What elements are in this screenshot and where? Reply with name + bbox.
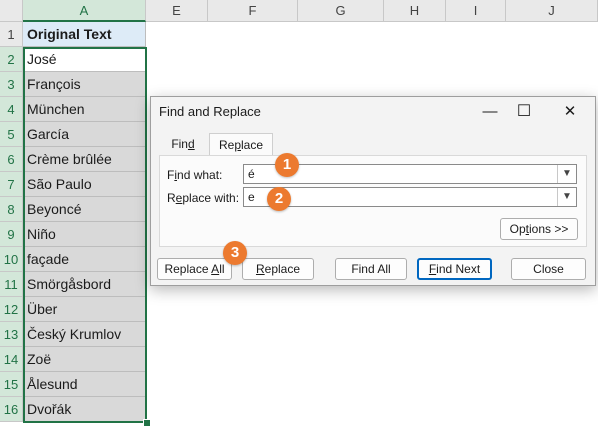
- options-label-rest: ions >>: [528, 222, 569, 236]
- find-what-text-rest: nd what:: [177, 168, 223, 182]
- find-replace-dialog: Find and Replace — ☐ ✕ Find Replace Find…: [150, 96, 596, 286]
- callout-badge-2: 2: [267, 187, 291, 211]
- data-cell[interactable]: Crème brûlée: [23, 147, 146, 172]
- close-icon[interactable]: ✕: [555, 99, 585, 125]
- row-header[interactable]: 7: [0, 172, 23, 197]
- find-what-label: Find what:: [167, 168, 222, 182]
- data-cell[interactable]: Niño: [23, 222, 146, 247]
- data-cell[interactable]: François: [23, 72, 146, 97]
- tab-find-label: Fin: [171, 137, 188, 151]
- data-cell[interactable]: façade: [23, 247, 146, 272]
- tab-replace[interactable]: Replace: [209, 133, 273, 155]
- replace-with-input[interactable]: e ▼: [243, 187, 577, 207]
- column-header-g[interactable]: G: [298, 0, 384, 22]
- row-header[interactable]: 12: [0, 297, 23, 322]
- data-cell[interactable]: Český Krumlov: [23, 322, 146, 347]
- replace-all-label: Replace: [164, 262, 212, 276]
- column-header-e[interactable]: E: [146, 0, 208, 22]
- data-cell[interactable]: Beyoncé: [23, 197, 146, 222]
- find-next-label: ind Next: [436, 262, 481, 276]
- row-header[interactable]: 1: [0, 22, 23, 47]
- row-header[interactable]: 10: [0, 247, 23, 272]
- options-button[interactable]: Options >>: [500, 218, 578, 240]
- data-cell[interactable]: Smörgåsbord: [23, 272, 146, 297]
- find-next-button[interactable]: Find Next: [417, 258, 492, 280]
- row-header[interactable]: 13: [0, 322, 23, 347]
- data-cell[interactable]: García: [23, 122, 146, 147]
- maximize-icon[interactable]: ☐: [509, 99, 539, 125]
- replace-all-mnemonic: A: [211, 262, 220, 276]
- select-all-corner[interactable]: [0, 0, 23, 22]
- column-title-cell[interactable]: Original Text: [23, 22, 146, 47]
- row-header[interactable]: 5: [0, 122, 23, 147]
- data-cell[interactable]: Ålesund: [23, 372, 146, 397]
- row-header[interactable]: 14: [0, 347, 23, 372]
- column-header-h[interactable]: H: [384, 0, 446, 22]
- row-header[interactable]: 11: [0, 272, 23, 297]
- data-cell[interactable]: São Paulo: [23, 172, 146, 197]
- tab-find[interactable]: Find: [159, 133, 207, 155]
- column-header-a[interactable]: A: [23, 0, 146, 22]
- tab-replace-label-rest: lace: [241, 138, 264, 152]
- column-header-f[interactable]: F: [208, 0, 298, 22]
- row-header[interactable]: 6: [0, 147, 23, 172]
- data-cell[interactable]: Über: [23, 297, 146, 322]
- row-header[interactable]: 2: [0, 47, 23, 72]
- tab-replace-label: Re: [218, 138, 235, 152]
- row-header[interactable]: 9: [0, 222, 23, 247]
- close-button[interactable]: Close: [511, 258, 586, 280]
- row-header[interactable]: 4: [0, 97, 23, 122]
- replace-all-label-rest: ll: [219, 262, 225, 276]
- row-header[interactable]: 15: [0, 372, 23, 397]
- replace-panel: Find what: é ▼ Replace with: e ▼ Options…: [159, 155, 587, 247]
- tab-find-mnemonic: d: [187, 137, 195, 151]
- minimize-icon[interactable]: —: [475, 99, 505, 125]
- row-header[interactable]: 3: [0, 72, 23, 97]
- close-label: Close: [533, 262, 564, 276]
- data-cell[interactable]: Zoë: [23, 347, 146, 372]
- column-header-i[interactable]: I: [446, 0, 506, 22]
- replace-mnemonic: R: [255, 262, 265, 276]
- replace-with-value: e: [248, 190, 255, 204]
- options-label: Op: [509, 222, 526, 236]
- replace-button[interactable]: Replace: [242, 258, 314, 280]
- data-cell[interactable]: José: [23, 47, 146, 72]
- find-what-value: é: [248, 167, 255, 181]
- row-header[interactable]: 8: [0, 197, 23, 222]
- find-all-label: Find All: [351, 262, 391, 276]
- chevron-down-icon[interactable]: ▼: [557, 165, 576, 183]
- row-header[interactable]: 16: [0, 397, 23, 422]
- replace-all-button[interactable]: Replace All: [157, 258, 232, 280]
- find-all-button[interactable]: Find All: [335, 258, 407, 280]
- replace-with-label: Replace with:: [167, 191, 239, 205]
- data-cell[interactable]: Dvořák: [23, 397, 146, 422]
- chevron-down-icon[interactable]: ▼: [557, 188, 576, 206]
- dialog-title: Find and Replace: [159, 104, 261, 119]
- column-header-j[interactable]: J: [506, 0, 598, 22]
- callout-badge-3: 3: [223, 241, 247, 265]
- replace-label: eplace: [264, 262, 301, 276]
- replace-with-text-rest: place with:: [182, 191, 240, 205]
- tab-replace-mnemonic: p: [234, 138, 241, 152]
- callout-badge-1: 1: [275, 153, 299, 177]
- replace-with-text: R: [167, 191, 176, 205]
- data-cell[interactable]: München: [23, 97, 146, 122]
